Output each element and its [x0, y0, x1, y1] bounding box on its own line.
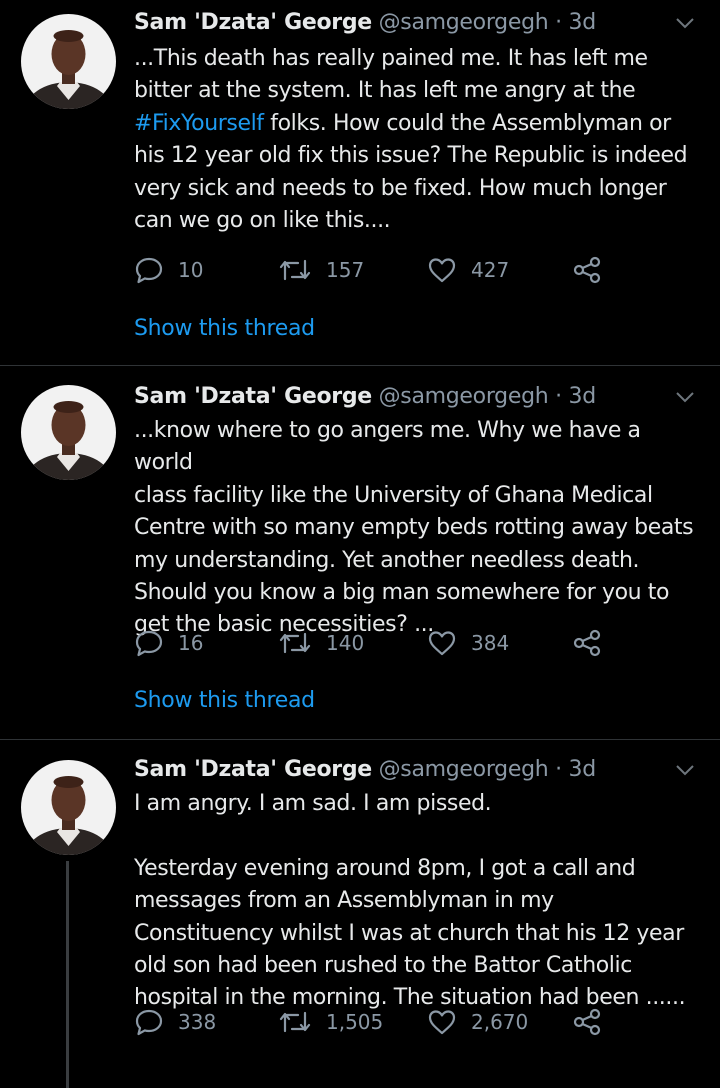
- like-icon: [428, 258, 456, 283]
- share-icon: [573, 629, 601, 657]
- tweet-actions: 16 140 384: [134, 628, 634, 658]
- chevron-down-icon[interactable]: [674, 759, 696, 781]
- reply-count: 16: [178, 631, 204, 655]
- like-button[interactable]: 384: [427, 628, 509, 658]
- show-thread-link[interactable]: Show this thread: [134, 315, 315, 343]
- tweet-time[interactable]: 3d: [569, 384, 597, 409]
- tweet[interactable]: Sam 'Dzata' George @samgeorgegh · 3d I a…: [0, 741, 720, 1088]
- author-name[interactable]: Sam 'Dzata' George: [134, 757, 372, 782]
- author-name[interactable]: Sam 'Dzata' George: [134, 10, 372, 35]
- retweet-icon: [279, 1011, 311, 1033]
- retweet-button[interactable]: 157: [278, 255, 364, 285]
- reply-icon: [135, 257, 163, 284]
- tweet-actions: 10 157 427: [134, 255, 634, 285]
- like-button[interactable]: 2,670: [427, 1007, 528, 1037]
- author-name[interactable]: Sam 'Dzata' George: [134, 384, 372, 409]
- reply-count: 338: [178, 1010, 217, 1034]
- tweet-text: ...This death has really pained me. It h…: [134, 46, 688, 234]
- author-handle[interactable]: @samgeorgegh: [379, 10, 549, 35]
- show-thread-link[interactable]: Show this thread: [134, 687, 315, 715]
- chevron-down-icon[interactable]: [674, 12, 696, 34]
- hashtag-link[interactable]: #FixYourself: [134, 111, 264, 136]
- tweet-header: Sam 'Dzata' George @samgeorgegh · 3d: [134, 757, 680, 783]
- author-handle[interactable]: @samgeorgegh: [379, 384, 549, 409]
- tweet-time[interactable]: 3d: [569, 10, 597, 35]
- share-button[interactable]: [572, 1007, 616, 1037]
- retweet-button[interactable]: 140: [278, 628, 364, 658]
- share-icon: [573, 1008, 601, 1036]
- tweet[interactable]: Sam 'Dzata' George @samgeorgegh · 3d ...…: [0, 367, 720, 740]
- share-button[interactable]: [572, 628, 616, 658]
- separator: ·: [548, 384, 569, 409]
- reply-icon: [135, 630, 163, 657]
- tweet-header: Sam 'Dzata' George @samgeorgegh · 3d: [134, 384, 680, 410]
- thread-connector-line: [66, 861, 69, 1088]
- reply-button[interactable]: 16: [134, 628, 203, 658]
- separator: ·: [548, 757, 569, 782]
- like-button[interactable]: 427: [427, 255, 509, 285]
- chevron-down-icon[interactable]: [674, 386, 696, 408]
- reply-button[interactable]: 10: [134, 255, 203, 285]
- avatar[interactable]: [21, 760, 116, 855]
- author-handle[interactable]: @samgeorgegh: [379, 757, 549, 782]
- tweet[interactable]: Sam 'Dzata' George @samgeorgegh · 3d ...…: [0, 0, 720, 366]
- like-count: 2,670: [471, 1010, 529, 1034]
- reply-count: 10: [178, 258, 204, 282]
- tweet-time[interactable]: 3d: [569, 757, 597, 782]
- retweet-button[interactable]: 1,505: [278, 1007, 383, 1037]
- like-icon: [428, 631, 456, 656]
- like-icon: [428, 1010, 456, 1035]
- avatar[interactable]: [21, 385, 116, 480]
- tweet-text: I am angry. I am sad. I am pissed. Yeste…: [134, 791, 686, 1011]
- retweet-count: 157: [326, 258, 365, 282]
- tweet-actions: 338 1,505 2,670: [134, 1007, 634, 1037]
- reply-icon: [135, 1009, 163, 1036]
- retweet-icon: [279, 632, 311, 654]
- reply-button[interactable]: 338: [134, 1007, 216, 1037]
- tweet-text: ...know where to go angers me. Why we ha…: [134, 418, 694, 638]
- like-count: 384: [471, 631, 510, 655]
- retweet-icon: [279, 259, 311, 281]
- retweet-count: 140: [326, 631, 365, 655]
- tweet-header: Sam 'Dzata' George @samgeorgegh · 3d: [134, 10, 680, 36]
- separator: ·: [548, 10, 569, 35]
- share-icon: [573, 256, 601, 284]
- like-count: 427: [471, 258, 510, 282]
- retweet-count: 1,505: [326, 1010, 384, 1034]
- avatar[interactable]: [21, 14, 116, 109]
- share-button[interactable]: [572, 255, 616, 285]
